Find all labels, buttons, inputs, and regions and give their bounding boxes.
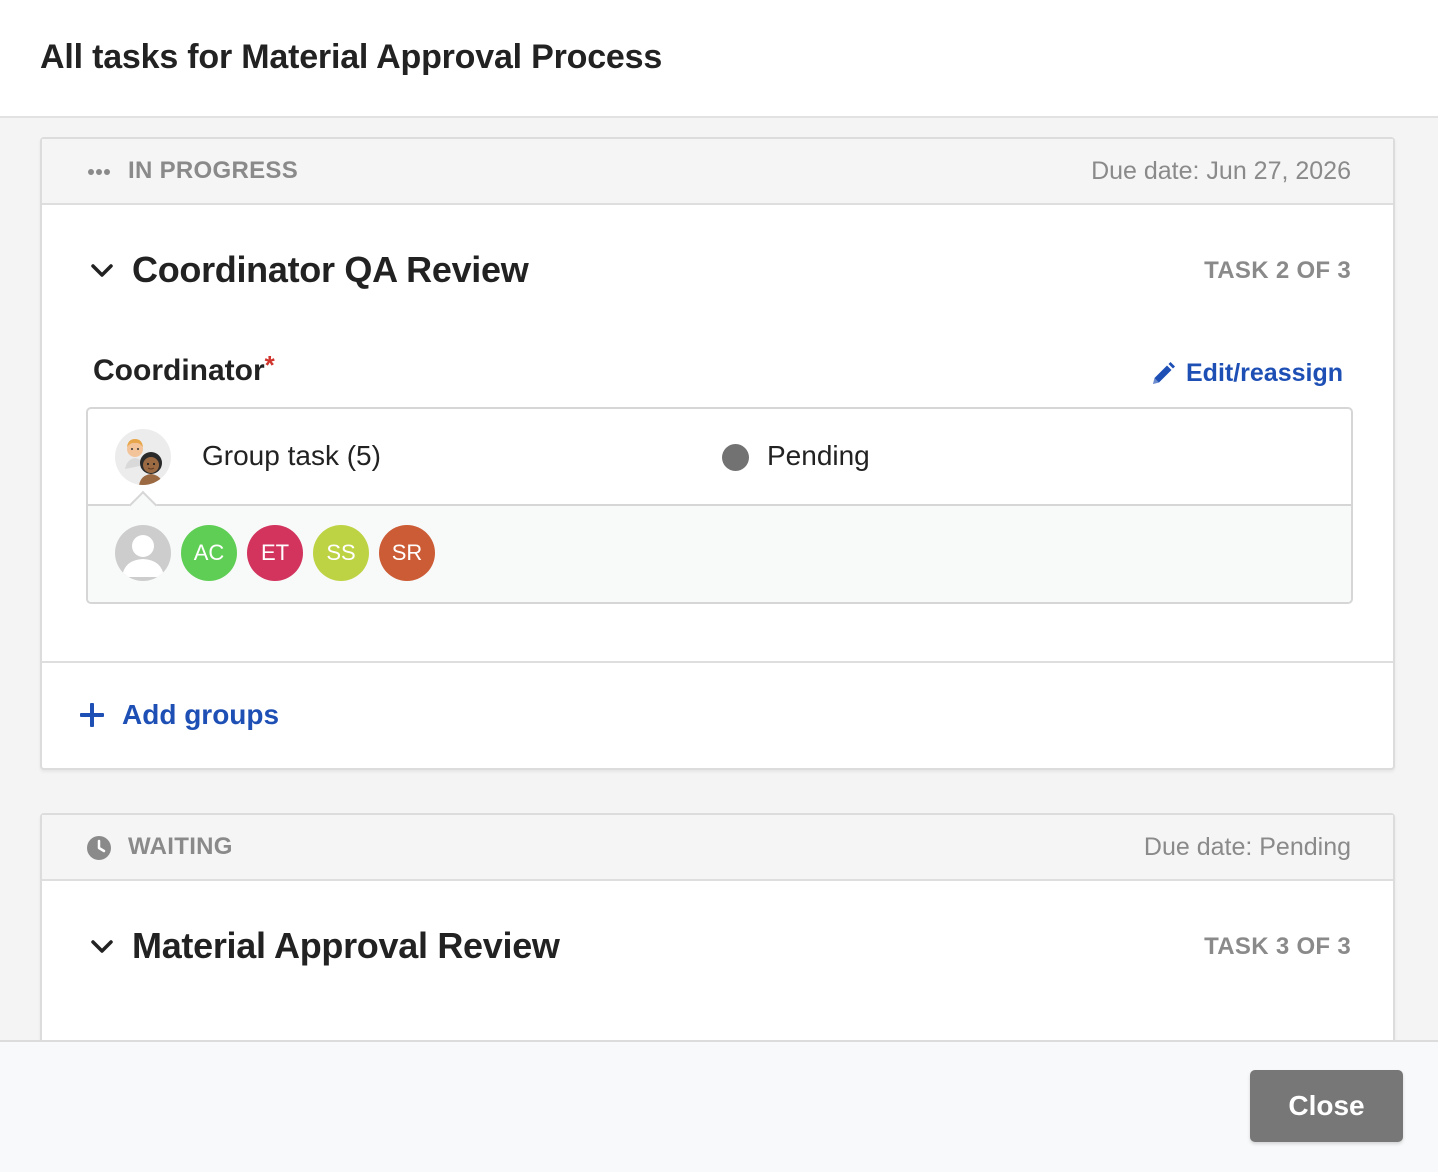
group-members-row: AC ET SS SR xyxy=(88,490,1351,602)
modal-title: All tasks for Material Approval Process xyxy=(40,38,663,76)
task-due-date: Due date: Pending xyxy=(1143,833,1351,861)
member-avatar[interactable]: SS xyxy=(313,525,369,581)
required-asterisk: * xyxy=(264,350,275,380)
card-divider xyxy=(42,661,1393,663)
task-status-bar: WAITING Due date: Pending xyxy=(42,815,1393,881)
task-title[interactable]: Coordinator QA Review xyxy=(132,249,529,291)
group-task-name: Group task (5) xyxy=(202,440,381,471)
more-dots-icon xyxy=(88,169,110,175)
member-avatar-placeholder[interactable] xyxy=(115,525,171,581)
task-due-date: Due date: Jun 27, 2026 xyxy=(1091,157,1351,185)
modal-body[interactable]: IN PROGRESS Due date: Jun 27, 2026 Coord… xyxy=(0,118,1438,1040)
member-avatar[interactable]: AC xyxy=(181,525,237,581)
task-title[interactable]: Material Approval Review xyxy=(132,925,560,967)
edit-reassign-label: Edit/reassign xyxy=(1186,359,1343,387)
task-status-label: WAITING xyxy=(128,833,233,860)
add-groups-label: Add groups xyxy=(122,699,280,730)
task-status-label: IN PROGRESS xyxy=(128,157,298,184)
assignee-status-text: Pending xyxy=(767,440,870,471)
chevron-down-icon[interactable] xyxy=(88,257,116,285)
plus-icon xyxy=(80,703,104,727)
user-silhouette-icon xyxy=(122,535,164,577)
edit-reassign-link[interactable]: Edit/reassign xyxy=(1150,359,1343,388)
pencil-icon xyxy=(1153,361,1175,384)
task-card-coordinator-qa-review: IN PROGRESS Due date: Jun 27, 2026 Coord… xyxy=(40,137,1395,770)
modal-header: All tasks for Material Approval Process xyxy=(0,0,1438,118)
role-label-text: Coordinator xyxy=(93,354,265,387)
assignee-box: Group task (5) Pending AC ET SS SR xyxy=(86,407,1353,604)
clock-icon xyxy=(87,836,111,860)
task-counter: TASK 3 OF 3 xyxy=(1204,933,1351,960)
modal-footer: Close xyxy=(0,1040,1438,1172)
task-counter: TASK 2 OF 3 xyxy=(1204,257,1351,284)
pending-status-dot xyxy=(722,444,749,471)
member-avatar[interactable]: ET xyxy=(247,525,303,581)
member-avatar[interactable]: SR xyxy=(379,525,435,581)
group-assignee-row[interactable]: Group task (5) Pending xyxy=(88,409,1351,506)
chevron-down-icon[interactable] xyxy=(88,933,116,961)
role-label: Coordinator* xyxy=(93,350,275,388)
task-card-material-approval-review: WAITING Due date: Pending Material Appro… xyxy=(40,813,1395,1040)
task-status-bar: IN PROGRESS Due date: Jun 27, 2026 xyxy=(42,139,1393,205)
group-avatar-icon xyxy=(115,429,171,485)
close-button[interactable]: Close xyxy=(1250,1070,1403,1142)
add-groups-button[interactable]: Add groups xyxy=(78,699,279,731)
